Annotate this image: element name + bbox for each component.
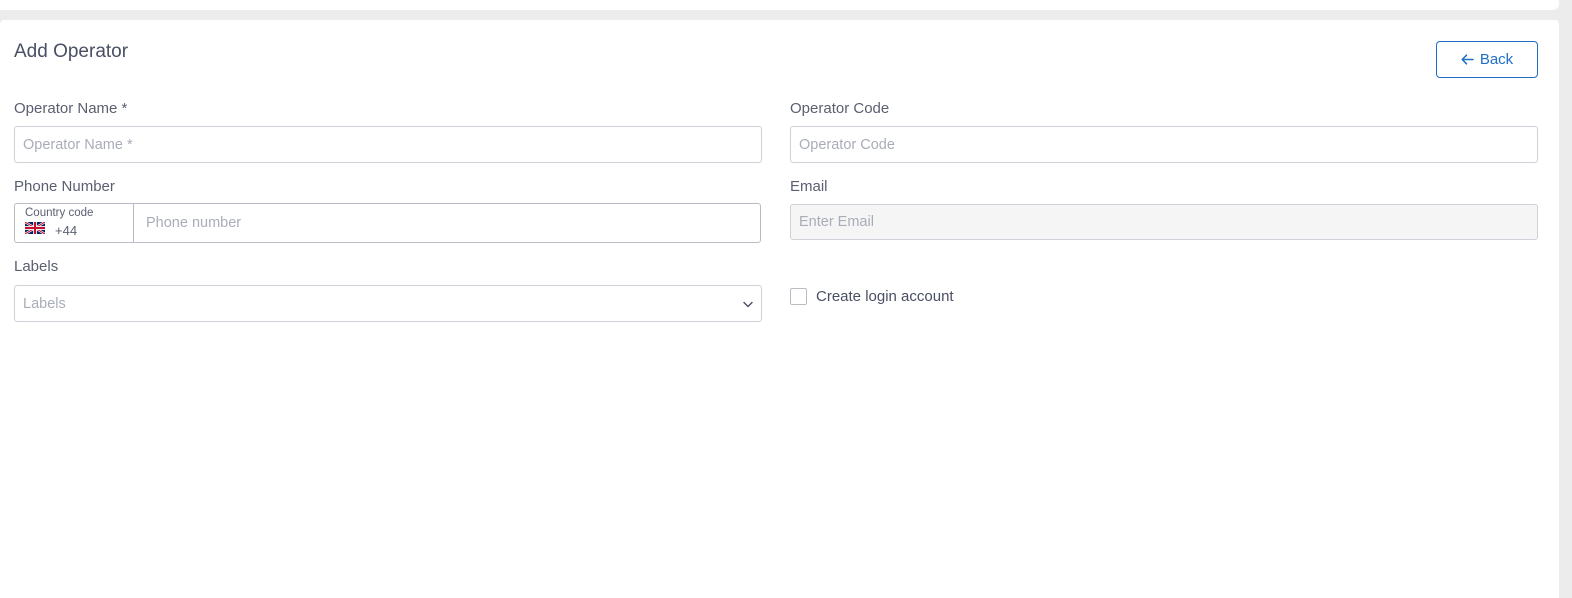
arrow-left-icon: [1461, 54, 1474, 65]
uk-flag-icon: [24, 220, 46, 239]
country-code-label: Country code: [25, 207, 94, 219]
country-code-value: +44: [55, 222, 78, 238]
labels-select[interactable]: Labels: [14, 285, 762, 322]
create-login-label: Create login account: [816, 288, 954, 305]
page-title: Add Operator: [14, 41, 129, 62]
operator-code-input[interactable]: [790, 126, 1538, 163]
phone-number-input[interactable]: [134, 204, 760, 242]
operator-name-label: Operator Name *: [14, 100, 128, 117]
add-operator-card: Add Operator Back Operator Name * Operat…: [0, 20, 1559, 598]
labels-select-placeholder: Labels: [23, 295, 66, 312]
operator-code-label: Operator Code: [790, 100, 890, 117]
back-button-label: Back: [1479, 51, 1514, 68]
operator-name-input[interactable]: [14, 126, 762, 163]
email-label: Email: [790, 178, 828, 195]
top-strip: [0, 0, 1559, 10]
chevron-down-icon: [743, 295, 753, 313]
create-login-checkbox[interactable]: [790, 288, 807, 305]
country-code-selector[interactable]: Country code +44: [15, 204, 134, 242]
phone-number-label: Phone Number: [14, 178, 115, 195]
back-button[interactable]: Back: [1436, 41, 1538, 78]
create-login-row[interactable]: Create login account: [790, 288, 954, 305]
email-input[interactable]: [790, 204, 1538, 240]
labels-label: Labels: [14, 258, 59, 275]
phone-number-group: Country code +44: [14, 203, 761, 243]
